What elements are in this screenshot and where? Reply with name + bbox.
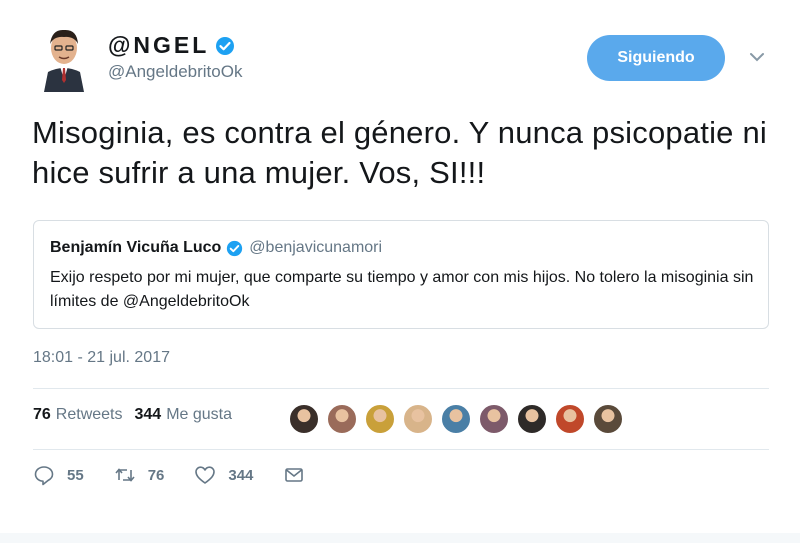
retweets-count[interactable]: 76 (33, 406, 51, 424)
liker-avatar[interactable] (478, 403, 510, 435)
liker-avatar[interactable] (592, 403, 624, 435)
retweet-count: 76 (147, 466, 165, 484)
retweet-button[interactable]: 76 (114, 464, 165, 486)
author-display-name[interactable]: @NGEL (108, 32, 209, 59)
liker-avatar[interactable] (440, 403, 472, 435)
retweets-label[interactable]: Retweets (56, 406, 123, 424)
like-count: 344 (228, 466, 254, 484)
reply-count: 55 (67, 466, 84, 484)
retweet-icon (115, 468, 135, 482)
quoted-author-name: Benjamín Vicuña Luco (50, 239, 222, 256)
author-name-row: @NGEL (108, 32, 235, 59)
liker-avatar[interactable] (554, 403, 586, 435)
verified-badge-icon (216, 36, 235, 55)
envelope-icon (285, 468, 304, 482)
bottom-strip (0, 533, 800, 543)
verified-badge-icon (227, 240, 243, 256)
liker-avatar[interactable] (326, 403, 358, 435)
liker-avatar[interactable] (364, 403, 396, 435)
like-button[interactable]: 344 (194, 464, 253, 486)
tweet-text: Misoginia, es contra el género. Y nunca … (32, 115, 767, 190)
divider (33, 449, 769, 450)
quoted-tweet-header: Benjamín Vicuña Luco @benjavicunamori (50, 239, 382, 257)
tweet-actions: 55 76 344 (33, 464, 335, 486)
divider (33, 388, 769, 389)
likes-count[interactable]: 344 (135, 406, 162, 424)
tweet-stats: 76 Retweets 344 Me gusta (33, 406, 244, 424)
reply-icon (34, 466, 54, 486)
following-button[interactable]: Siguiendo (587, 35, 725, 81)
author-handle[interactable]: @AngeldebritoOk (108, 62, 242, 82)
quoted-tweet-text: Exijo respeto por mi mujer, que comparte… (50, 269, 754, 310)
quoted-author-handle: @benjavicunamori (249, 239, 383, 256)
liker-avatar[interactable] (288, 403, 320, 435)
liker-avatar[interactable] (516, 403, 548, 435)
likes-label[interactable]: Me gusta (166, 406, 232, 424)
chevron-down-icon[interactable] (748, 50, 766, 64)
likers-avatars (288, 403, 630, 435)
reply-button[interactable]: 55 (33, 464, 84, 486)
heart-icon (195, 466, 216, 484)
author-avatar[interactable] (40, 26, 88, 92)
tweet-header: @NGEL @AngeldebritoOk Siguiendo (40, 22, 780, 92)
liker-avatar[interactable] (402, 403, 434, 435)
tweet-timestamp[interactable]: 18:01 - 21 jul. 2017 (33, 349, 170, 367)
direct-message-button[interactable] (283, 464, 305, 486)
quoted-tweet[interactable]: Benjamín Vicuña Luco @benjavicunamori Ex… (33, 220, 769, 329)
